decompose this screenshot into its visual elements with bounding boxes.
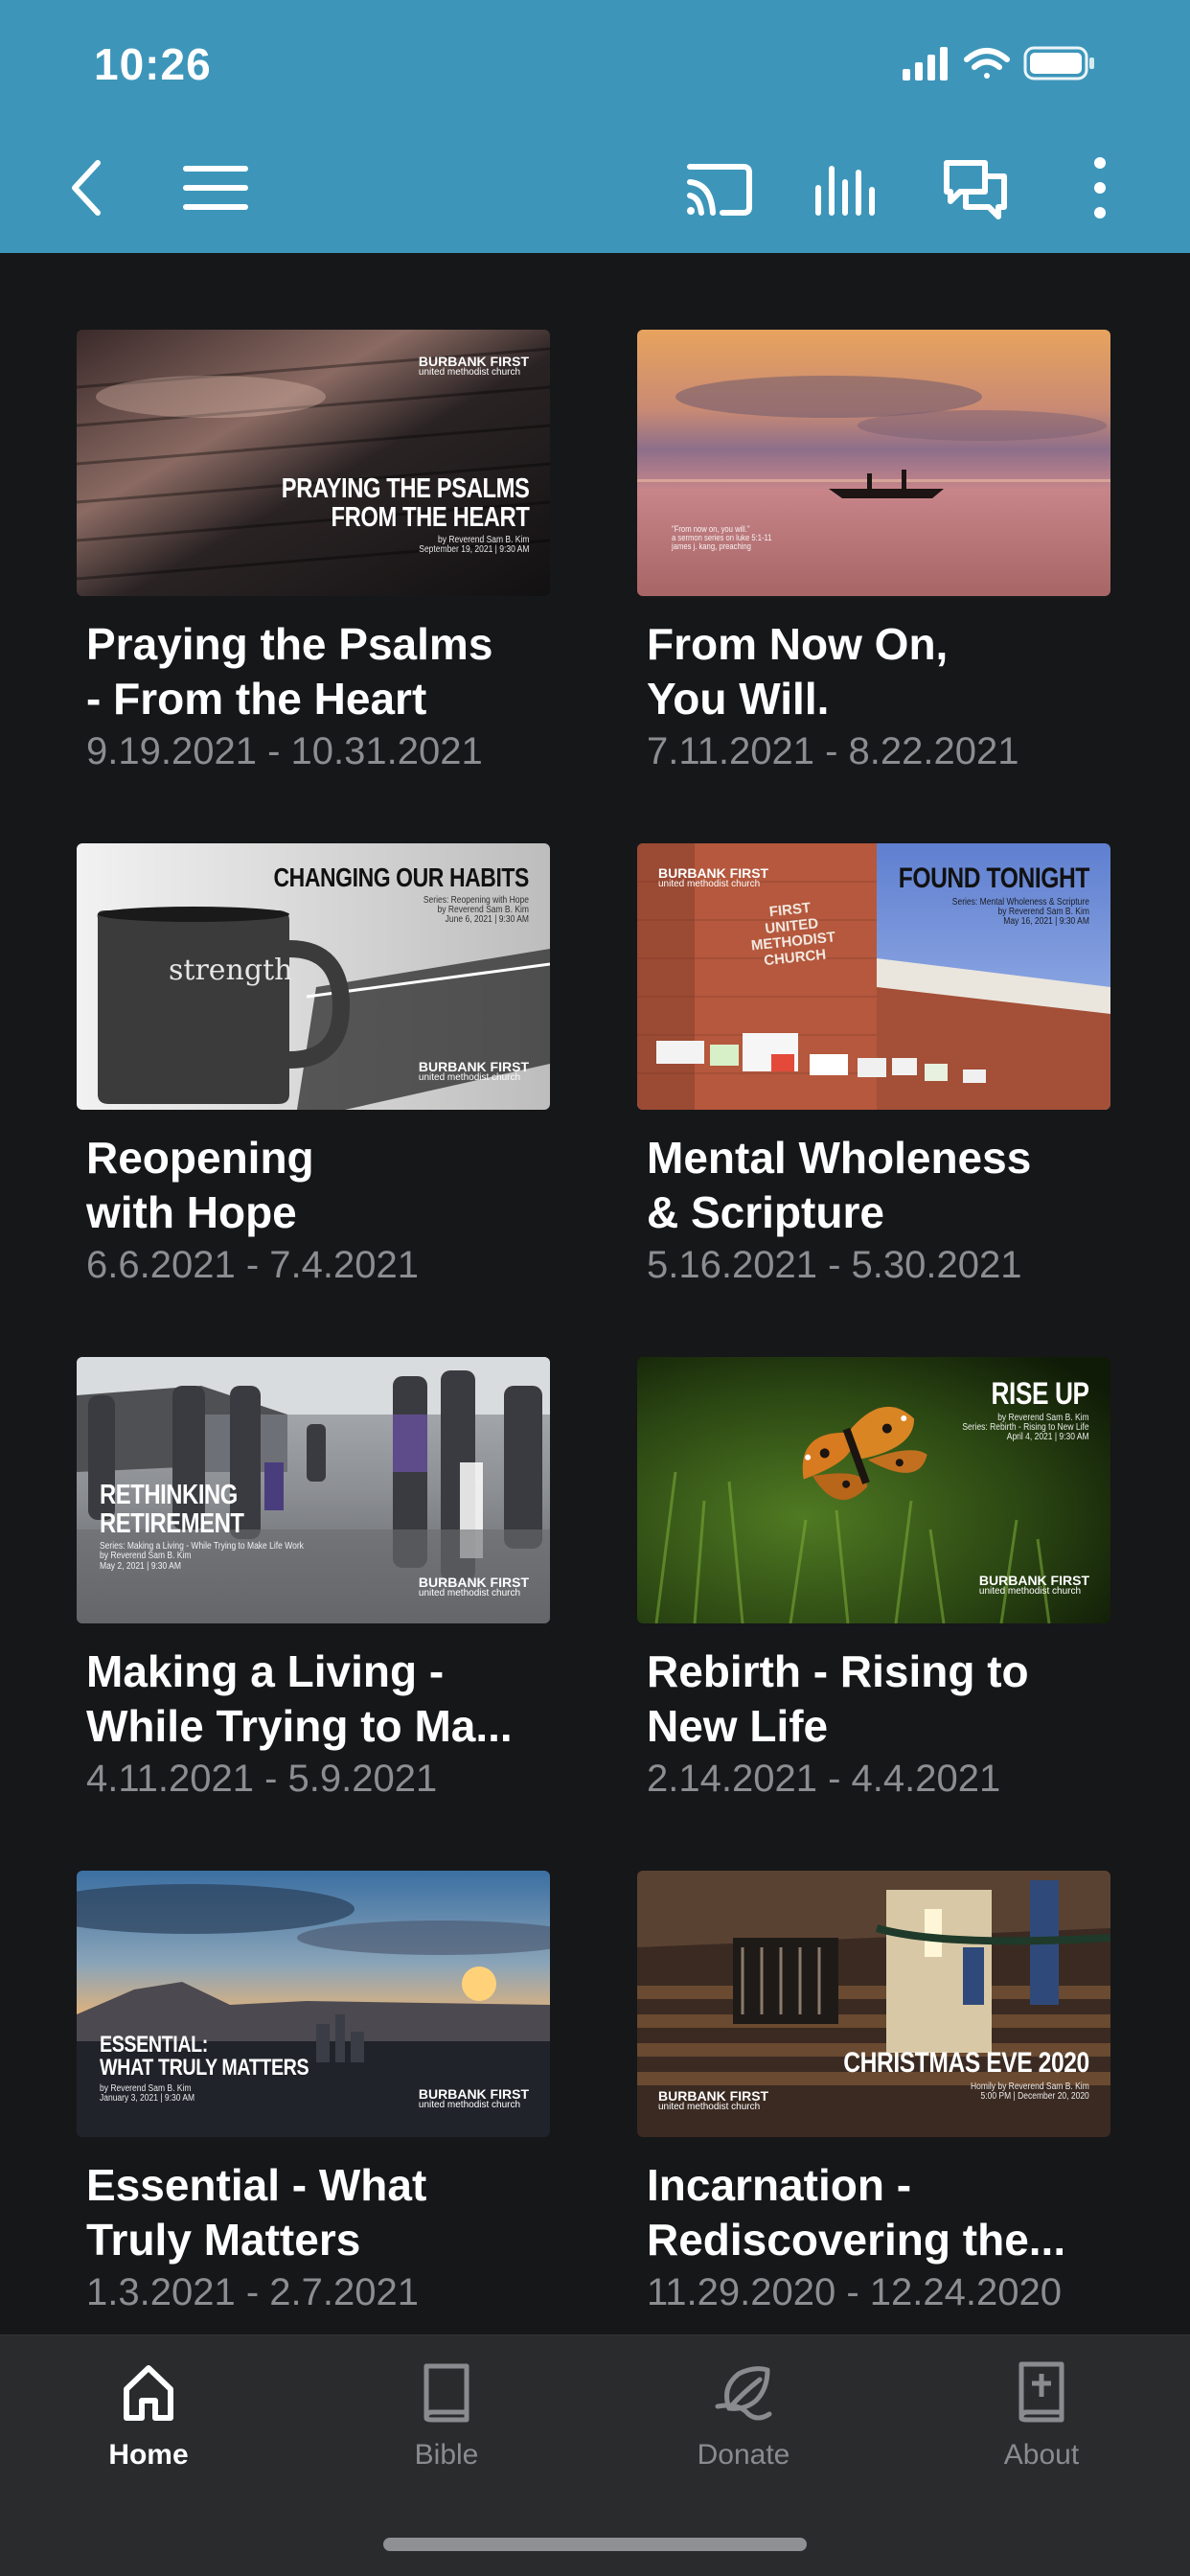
- wifi-icon: [964, 48, 1010, 79]
- series-grid: BURBANK FIRST united methodist church PRA…: [0, 253, 1190, 2334]
- church-logo: BURBANK FIRST united methodist church: [418, 1059, 529, 1083]
- thumbnail-overlay: CHRISTMAS EVE 2020 Homily by Reverend Sa…: [843, 2047, 1090, 2102]
- tab-label: Home: [108, 2439, 189, 2471]
- series-title: Essential - What Truly Matters: [86, 2160, 427, 2265]
- series-dates: 6.6.2021 - 7.4.2021: [86, 1244, 419, 1286]
- series-dates: 4.11.2021 - 5.9.2021: [86, 1758, 438, 1800]
- church-logo: BURBANK FIRST united methodist church: [658, 865, 769, 889]
- series-dates: 7.11.2021 - 8.22.2021: [647, 730, 1019, 772]
- series-dates: 5.16.2021 - 5.30.2021: [647, 1244, 1022, 1286]
- audio-bars-icon[interactable]: [812, 153, 881, 222]
- series-title: Reopening with Hope: [86, 1133, 314, 1237]
- series-title: Rebirth - Rising to New Life: [647, 1646, 1029, 1751]
- about-bible-plus-icon: [1018, 2361, 1064, 2423]
- status-time: 10:26: [94, 39, 212, 89]
- church-logo: BURBANK FIRST united methodist church: [418, 2086, 529, 2110]
- series-card[interactable]: BURBANK FIRST united methodist church PRA…: [77, 330, 550, 780]
- series-title: Mental Wholeness & Scripture: [647, 1133, 1032, 1237]
- thumbnail-overlay: CHANGING OUR HABITS Series: Reopening wi…: [273, 862, 530, 925]
- tab-donate[interactable]: Donate: [648, 2358, 839, 2502]
- series-thumbnail[interactable]: ESSENTIAL: WHAT TRULY MATTERS by Reveren…: [77, 1871, 550, 2137]
- church-logo: BURBANK FIRST united methodist church: [418, 1575, 529, 1598]
- home-indicator: [383, 2538, 807, 2551]
- tower-text: FIRST UNITED METHODIST CHURCH: [750, 899, 836, 969]
- thumbnail-overlay: ESSENTIAL: WHAT TRULY MATTERS by Reveren…: [100, 2032, 309, 2104]
- tab-label: About: [1003, 2439, 1080, 2471]
- thumbnail-overlay: RETHINKING RETIREMENT Series: Making a L…: [100, 1480, 304, 1572]
- battery-icon: [1023, 46, 1094, 80]
- series-card[interactable]: BURBANK FIRST united methodist church CHR…: [637, 1871, 1110, 2321]
- church-logo: BURBANK FIRST united methodist church: [978, 1573, 1089, 1597]
- home-icon: [124, 2365, 173, 2421]
- more-vertical-icon[interactable]: [1083, 153, 1117, 222]
- series-thumbnail[interactable]: BURBANK FIRST united methodist church PRA…: [77, 330, 550, 596]
- tab-label: Donate: [697, 2439, 790, 2471]
- series-card[interactable]: ESSENTIAL: WHAT TRULY MATTERS by Reveren…: [77, 1871, 550, 2321]
- back-chevron-icon[interactable]: [67, 153, 105, 222]
- cast-icon[interactable]: [684, 153, 753, 222]
- tab-about[interactable]: About: [946, 2358, 1137, 2502]
- series-thumbnail[interactable]: "From now on, you will." a sermon series…: [637, 330, 1110, 596]
- series-title: Praying the Psalms - From the Heart: [86, 619, 493, 724]
- thumbnail-overlay: FOUND TONIGHT Series: Mental Wholeness &…: [898, 862, 1090, 927]
- series-thumbnail[interactable]: RETHINKING RETIREMENT Series: Making a L…: [77, 1357, 550, 1623]
- app-header: 10:26: [0, 0, 1190, 253]
- church-logo: BURBANK FIRST united methodist church: [658, 2088, 769, 2112]
- series-thumbnail[interactable]: BURBANK FIRST united methodist church CHR…: [637, 1871, 1110, 2137]
- series-dates: 11.29.2020 - 12.24.2020: [647, 2271, 1062, 2313]
- donate-leaf-icon: [715, 2366, 772, 2421]
- series-thumbnail[interactable]: RISE UP by Reverend Sam B. Kim Series: R…: [637, 1357, 1110, 1623]
- tab-bible[interactable]: Bible: [351, 2358, 542, 2502]
- series-title: Making a Living - While Trying to Ma...: [86, 1646, 513, 1751]
- series-title: From Now On, You Will.: [647, 619, 949, 724]
- series-card[interactable]: FIRST UNITED METHODIST CHURCH BURBANK FI…: [637, 843, 1110, 1294]
- series-dates: 9.19.2021 - 10.31.2021: [86, 730, 483, 772]
- cellular-signal-icon: [903, 47, 948, 80]
- hamburger-menu-icon[interactable]: [182, 153, 249, 222]
- thumbnail-overlay: RISE UP by Reverend Sam B. Kim Series: R…: [962, 1376, 1090, 1442]
- mug-text: strength: [169, 954, 293, 987]
- series-card[interactable]: RETHINKING RETIREMENT Series: Making a L…: [77, 1357, 550, 1807]
- tab-home[interactable]: Home: [53, 2358, 244, 2502]
- tab-label: Bible: [414, 2439, 479, 2471]
- series-thumbnail[interactable]: FIRST UNITED METHODIST CHURCH BURBANK FI…: [637, 843, 1110, 1110]
- series-card[interactable]: RISE UP by Reverend Sam B. Kim Series: R…: [637, 1357, 1110, 1807]
- book-icon: [423, 2363, 469, 2423]
- status-icons: [903, 44, 1152, 82]
- series-dates: 1.3.2021 - 2.7.2021: [86, 2271, 419, 2313]
- series-card[interactable]: strength CHANGING OUR HABITS Series: Reo…: [77, 843, 550, 1294]
- church-logo: BURBANK FIRST united methodist church: [418, 354, 529, 378]
- thumbnail-overlay: "From now on, you will." a sermon series…: [672, 524, 772, 552]
- series-title: Incarnation - Rediscovering the...: [647, 2160, 1066, 2265]
- series-thumbnail[interactable]: strength CHANGING OUR HABITS Series: Reo…: [77, 843, 550, 1110]
- series-card[interactable]: "From now on, you will." a sermon series…: [637, 330, 1110, 780]
- thumbnail-overlay: PRAYING THE PSALMS FROM THE HEART by Rev…: [281, 473, 529, 556]
- chat-icon[interactable]: [941, 153, 1010, 222]
- series-dates: 2.14.2021 - 4.4.2021: [647, 1758, 1001, 1800]
